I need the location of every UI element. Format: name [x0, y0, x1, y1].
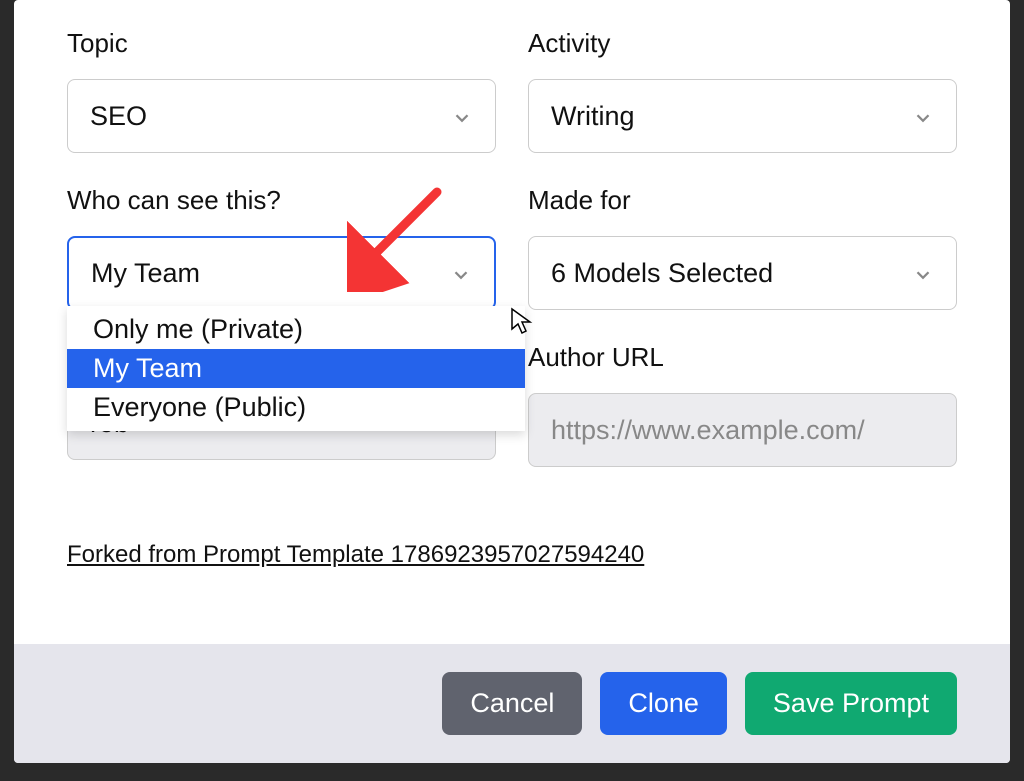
author-url-label: Author URL — [528, 342, 957, 373]
activity-label: Activity — [528, 28, 957, 59]
author-url-input[interactable] — [528, 393, 957, 467]
visibility-option-private[interactable]: Only me (Private) — [67, 310, 525, 349]
modal-body: Topic SEO Activity Writing — [14, 0, 1010, 644]
modal-footer: Cancel Clone Save Prompt — [14, 644, 1010, 763]
activity-select-value: Writing — [551, 101, 635, 132]
modal: Topic SEO Activity Writing — [14, 0, 1010, 763]
form-row-2: Who can see this? My Team Only me (Priva… — [67, 185, 957, 310]
visibility-select-value: My Team — [91, 258, 200, 289]
topic-label: Topic — [67, 28, 496, 59]
topic-column: Topic SEO — [67, 28, 496, 153]
author-url-column: Author URL — [528, 342, 957, 467]
topic-select-value: SEO — [90, 101, 147, 132]
visibility-column: Who can see this? My Team Only me (Priva… — [67, 185, 496, 310]
made-for-select[interactable]: 6 Models Selected — [528, 236, 957, 310]
cancel-button[interactable]: Cancel — [442, 672, 582, 735]
visibility-dropdown: Only me (Private) My Team Everyone (Publ… — [67, 306, 525, 431]
form-row-1: Topic SEO Activity Writing — [67, 28, 957, 153]
visibility-select[interactable]: My Team — [67, 236, 496, 310]
activity-column: Activity Writing — [528, 28, 957, 153]
chevron-down-icon — [912, 262, 934, 284]
made-for-select-value: 6 Models Selected — [551, 258, 773, 289]
visibility-option-team[interactable]: My Team — [67, 349, 525, 388]
forked-from-link[interactable]: Forked from Prompt Template 178692395702… — [67, 541, 644, 569]
visibility-label: Who can see this? — [67, 185, 496, 216]
topic-select[interactable]: SEO — [67, 79, 496, 153]
chevron-down-icon — [912, 105, 934, 127]
chevron-down-icon — [450, 262, 472, 284]
made-for-label: Made for — [528, 185, 957, 216]
clone-button[interactable]: Clone — [600, 672, 727, 735]
save-prompt-button[interactable]: Save Prompt — [745, 672, 957, 735]
visibility-option-public[interactable]: Everyone (Public) — [67, 388, 525, 427]
activity-select[interactable]: Writing — [528, 79, 957, 153]
chevron-down-icon — [451, 105, 473, 127]
made-for-column: Made for 6 Models Selected — [528, 185, 957, 310]
